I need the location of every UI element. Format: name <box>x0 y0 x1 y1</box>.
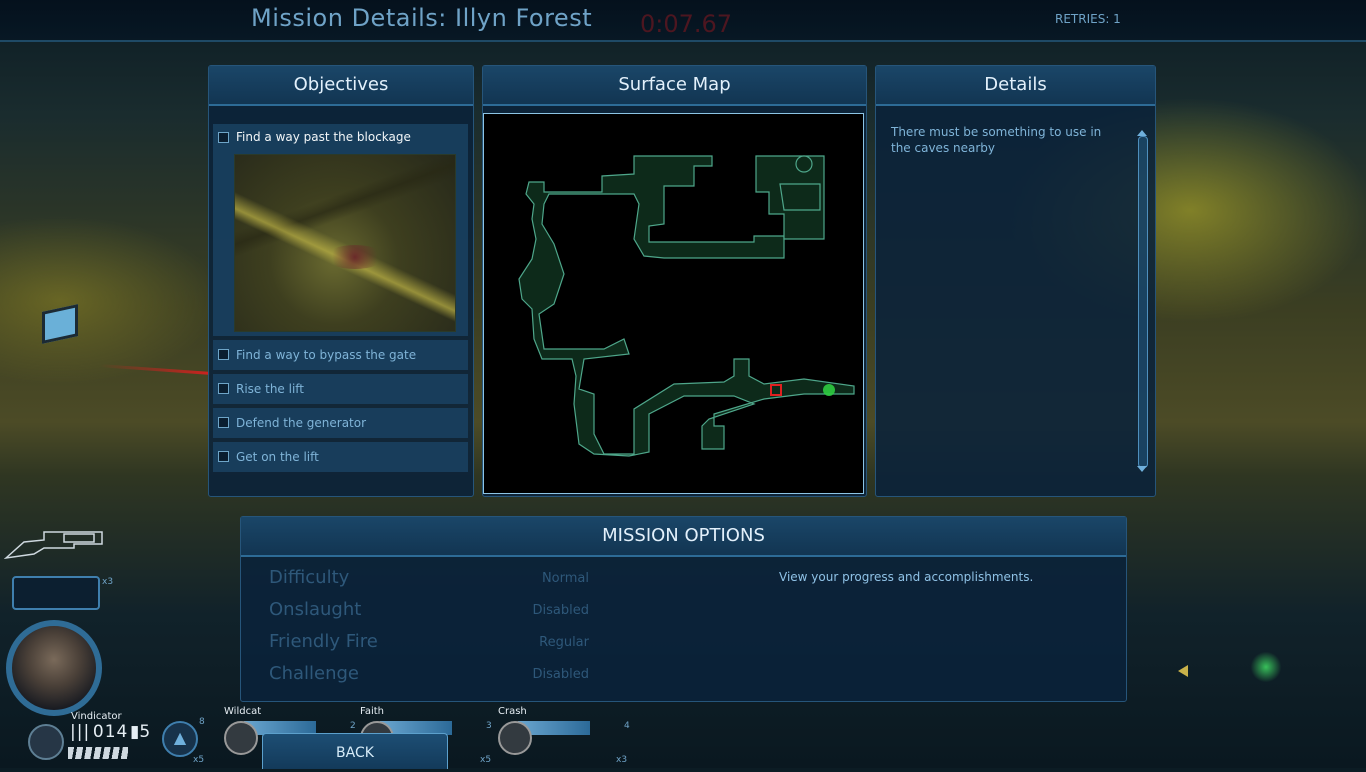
option-name: Onslaught <box>269 599 362 620</box>
mission-options-heading: MISSION OPTIONS <box>241 517 1126 557</box>
mission-timer: 0:07.67 <box>640 10 733 38</box>
surface-map-panel: Surface Map <box>482 65 867 497</box>
option-value: Regular <box>539 635 589 650</box>
objective-item[interactable]: Get on the lift <box>213 442 468 472</box>
objective-preview-image <box>234 154 456 332</box>
ammo-box-multiplier: x3 <box>102 577 114 587</box>
surface-map-heading: Surface Map <box>483 66 866 106</box>
squad-number: 2 <box>350 721 356 731</box>
objective-checkbox[interactable] <box>218 132 229 143</box>
option-name: Difficulty <box>269 567 350 588</box>
details-heading: Details <box>876 66 1155 106</box>
objective-item[interactable]: Find a way past the blockage <box>213 124 468 336</box>
mission-title: Mission Details: Illyn Forest <box>251 4 593 32</box>
mission-options-panel: MISSION OPTIONS Difficulty Normal Onslau… <box>240 516 1127 702</box>
ammo-count-value: 014 <box>92 722 129 742</box>
option-difficulty[interactable]: Difficulty Normal <box>269 567 589 597</box>
ability-icon: ▲ <box>162 721 198 757</box>
details-panel: Details There must be something to use i… <box>875 65 1156 497</box>
option-name: Challenge <box>269 663 359 684</box>
option-onslaught[interactable]: Onslaught Disabled <box>269 599 589 629</box>
player-portrait <box>6 620 102 716</box>
objective-item[interactable]: Find a way to bypass the gate <box>213 340 468 370</box>
ammo-box-icon <box>12 576 100 610</box>
objective-item[interactable]: Defend the generator <box>213 408 468 438</box>
preview-detail <box>325 245 385 269</box>
squad-multiplier: x5 <box>480 755 492 765</box>
option-friendly-fire[interactable]: Friendly Fire Regular <box>269 631 589 661</box>
health-bar <box>68 747 128 759</box>
ability-multiplier: x5 <box>193 755 205 765</box>
squad-name: Wildcat <box>224 706 262 717</box>
rank-icon <box>28 724 64 760</box>
top-bar: Mission Details: Illyn Forest 0:07.67 RE… <box>0 0 1366 42</box>
squad-avatar-icon <box>498 721 532 755</box>
ammo-counter: ||| 014 <box>70 722 129 742</box>
objective-label: Defend the generator <box>236 416 367 430</box>
player-name: Vindicator <box>71 711 122 722</box>
details-text: There must be something to use in the ca… <box>891 125 1102 155</box>
map-drawing <box>518 155 855 457</box>
objectives-heading: Objectives <box>209 66 473 106</box>
objective-label: Find a way past the blockage <box>236 130 411 144</box>
back-button[interactable]: BACK <box>262 733 448 769</box>
objective-label: Get on the lift <box>236 450 319 464</box>
ability-count: 8 <box>199 717 205 727</box>
objective-label: Rise the lift <box>236 382 305 396</box>
laser-beam <box>100 364 210 375</box>
squad-number: 3 <box>486 721 492 731</box>
objective-item[interactable]: Rise the lift <box>213 374 468 404</box>
option-name: Friendly Fire <box>269 631 378 652</box>
objective-label: Find a way to bypass the gate <box>236 348 417 362</box>
objective-checkbox[interactable] <box>218 451 229 462</box>
objective-marker <box>823 384 835 396</box>
grenade-count-value: 5 <box>139 722 151 742</box>
world-monitor-prop <box>42 304 78 344</box>
scroll-down-icon[interactable] <box>1137 466 1147 472</box>
objective-glow <box>1250 652 1282 682</box>
option-description: View your progress and accomplishments. <box>779 570 1034 584</box>
squad-extra-number: 4 <box>624 721 630 731</box>
squad-avatar-icon <box>224 721 258 755</box>
option-challenge[interactable]: Challenge Disabled <box>269 663 589 693</box>
squad-multiplier: x3 <box>616 755 628 765</box>
option-value: Normal <box>541 571 589 586</box>
squad-name: Crash <box>498 706 527 717</box>
details-scrollbar[interactable] <box>1138 136 1148 468</box>
retries-count: RETRIES: 1 <box>1055 12 1121 26</box>
grenade-counter: ▮5 <box>130 722 151 742</box>
weapon-icon <box>4 531 103 560</box>
waypoint-arrow-icon <box>1178 665 1188 677</box>
objectives-panel: Objectives Find a way past the blockage … <box>208 65 474 497</box>
objective-checkbox[interactable] <box>218 417 229 428</box>
option-value: Disabled <box>532 603 589 618</box>
objective-checkbox[interactable] <box>218 383 229 394</box>
squad-name: Faith <box>360 706 384 717</box>
surface-map[interactable] <box>483 113 864 494</box>
option-value: Disabled <box>532 667 589 682</box>
objective-checkbox[interactable] <box>218 349 229 360</box>
